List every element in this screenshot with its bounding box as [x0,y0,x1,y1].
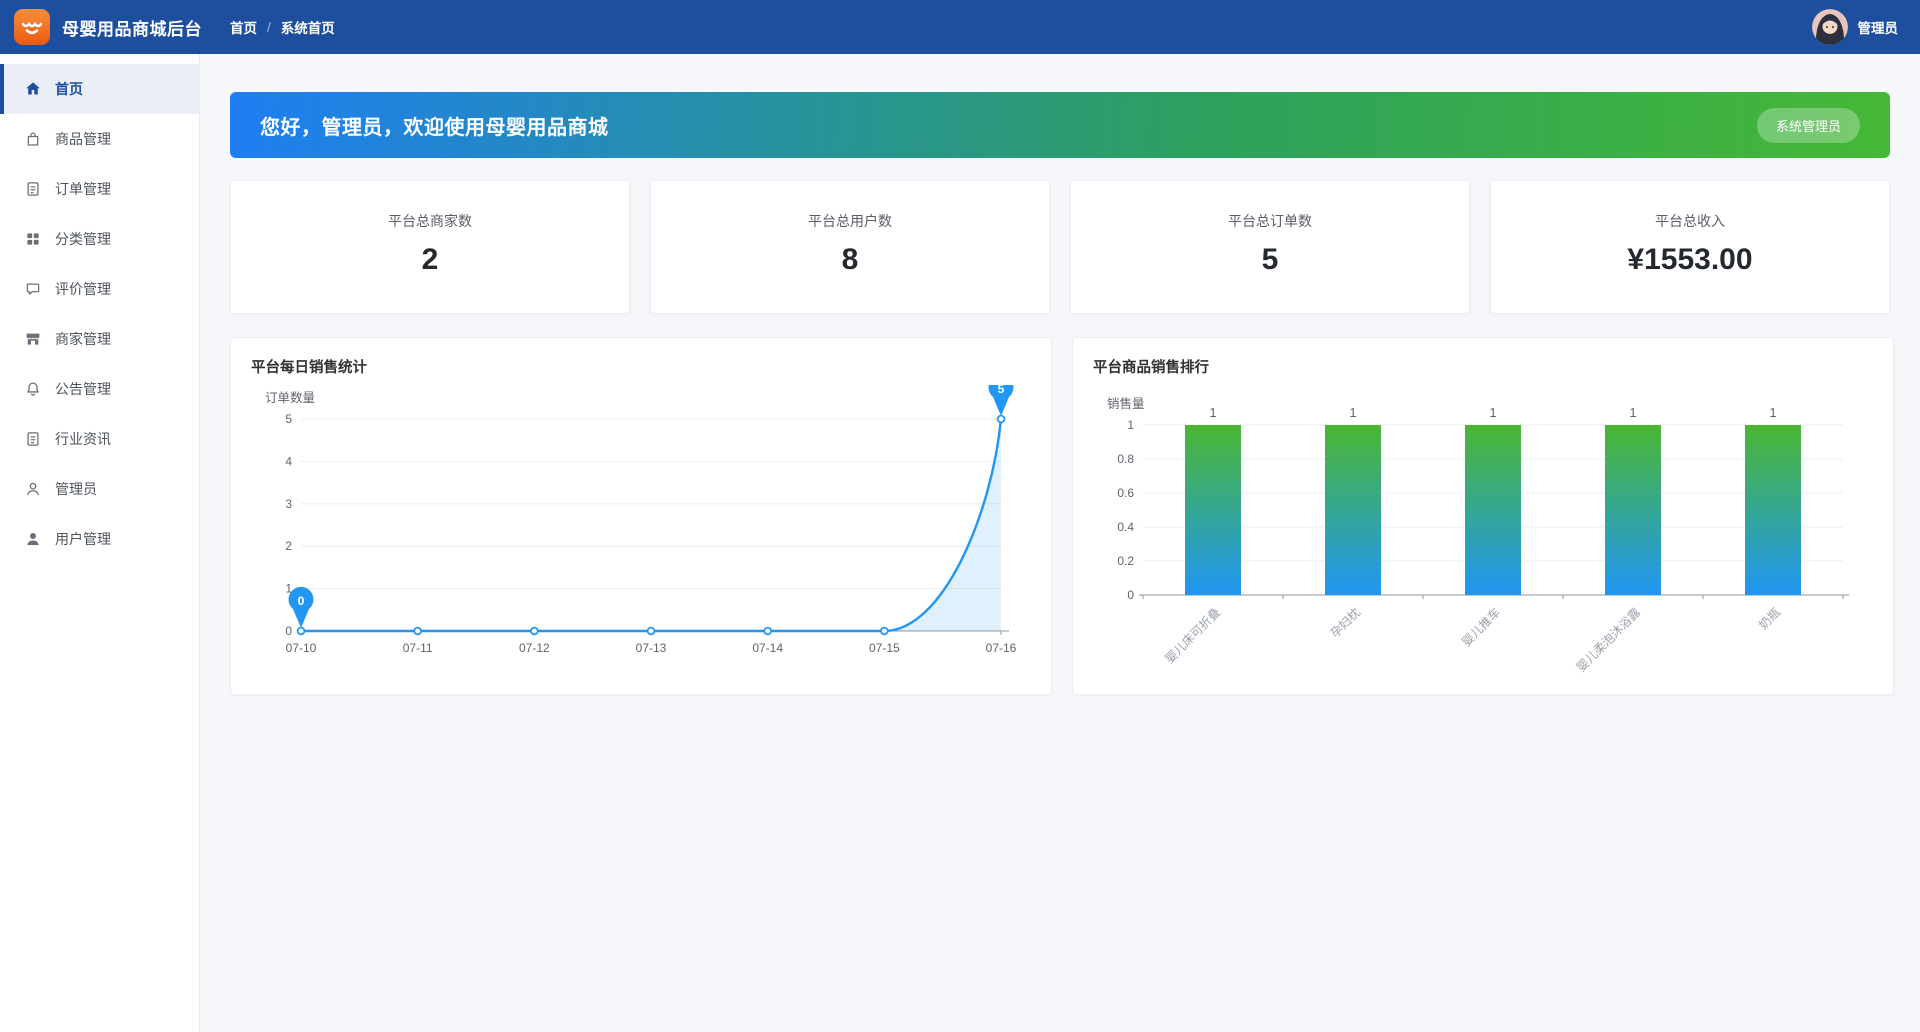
role-badge: 系统管理员 [1757,108,1860,143]
sidebar-item-products[interactable]: 商品管理 [0,114,199,164]
svg-text:0: 0 [285,624,292,638]
svg-text:婴儿推车: 婴儿推车 [1459,605,1504,650]
sidebar-item-users[interactable]: 用户管理 [0,514,199,564]
svg-text:1: 1 [1769,405,1776,420]
svg-text:0.8: 0.8 [1117,452,1134,466]
stat-label: 平台总收入 [1491,211,1889,231]
breadcrumb: 首页 / 系统首页 [230,17,335,37]
svg-text:07-11: 07-11 [403,641,433,655]
sidebar-item-label: 商家管理 [55,329,111,349]
app-logo-icon [14,9,50,45]
stat-value: 5 [1071,243,1469,277]
stat-card-orders: 平台总订单数 5 [1070,180,1470,314]
svg-text:1: 1 [1489,405,1496,420]
comment-icon [24,280,42,298]
product-rank-card: 平台商品销售排行 销售量 0 0.2 0.4 0.6 0.8 1 1 婴儿床可折叠 1 孕妇枕 1 婴儿… [1072,337,1894,695]
stat-card-users: 平台总用户数 8 [650,180,1050,314]
welcome-greeting: 您好，管理员，欢迎使用母婴用品商城 [260,111,609,140]
product-rank-title: 平台商品销售排行 [1093,356,1873,377]
main-content: 您好，管理员，欢迎使用母婴用品商城 系统管理员 平台总商家数 2 平台总用户数 … [200,54,1920,1032]
charts-row: 平台每日销售统计 订单数量 0 1 2 3 4 5 07-10 07-11 07-12 07-13 0… [230,337,1890,695]
sidebar-item-label: 分类管理 [55,229,111,249]
daily-sales-title: 平台每日销售统计 [251,356,1031,377]
sidebar-item-categories[interactable]: 分类管理 [0,214,199,264]
stat-card-revenue: 平台总收入 ¥1553.00 [1490,180,1890,314]
bell-icon [24,380,42,398]
sidebar-nav: 首页商品管理订单管理分类管理评价管理商家管理公告管理行业资讯管理员用户管理 [0,64,199,564]
breadcrumb-home[interactable]: 首页 [230,17,257,37]
shop-icon [24,330,42,348]
svg-text:婴儿床可折叠: 婴儿床可折叠 [1162,605,1224,667]
svg-text:07-10: 07-10 [286,641,317,655]
stat-label: 平台总用户数 [651,211,1049,231]
stat-label: 平台总订单数 [1071,211,1469,231]
svg-text:0.4: 0.4 [1117,520,1134,534]
news-icon [24,430,42,448]
category-icon [24,230,42,248]
daily-sales-card: 平台每日销售统计 订单数量01234507-1007-1107-1207-130… [230,337,1052,695]
sidebar-item-news[interactable]: 行业资讯 [0,414,199,464]
svg-text:1: 1 [1127,418,1134,432]
sidebar-item-label: 公告管理 [55,379,111,399]
svg-text:1: 1 [1349,405,1356,420]
admin-icon [24,480,42,498]
svg-text:订单数量: 订单数量 [265,390,315,405]
svg-text:0: 0 [1127,588,1134,602]
welcome-banner: 您好，管理员，欢迎使用母婴用品商城 系统管理员 [230,92,1890,158]
svg-text:0: 0 [298,594,305,608]
stat-value: 8 [651,243,1049,277]
avatar[interactable] [1812,9,1848,45]
svg-text:07-15: 07-15 [869,641,900,655]
home-icon [24,80,42,98]
svg-text:0.2: 0.2 [1117,554,1134,568]
username: 管理员 [1858,17,1899,37]
svg-text:5: 5 [998,385,1005,396]
stat-card-merchants: 平台总商家数 2 [230,180,630,314]
order-icon [24,180,42,198]
svg-text:1: 1 [1209,405,1216,420]
sidebar-item-label: 评价管理 [55,279,111,299]
stat-label: 平台总商家数 [231,211,629,231]
sidebar-item-label: 管理员 [55,479,97,499]
svg-text:5: 5 [285,412,292,426]
sidebar-item-label: 行业资讯 [55,429,111,449]
svg-text:孕妇枕: 孕妇枕 [1327,605,1363,641]
svg-text:销售量: 销售量 [1107,396,1145,411]
user-menu[interactable]: 管理员 [1812,9,1899,45]
breadcrumb-current: 系统首页 [281,17,335,37]
stat-value: ¥1553.00 [1491,243,1889,277]
breadcrumb-separator: / [267,20,271,35]
svg-text:3: 3 [285,497,292,511]
users-icon [24,530,42,548]
product-rank-bar-chart: 销售量 0 0.2 0.4 0.6 0.8 1 1 婴儿床可折叠 1 孕妇枕 1 婴儿推车 1 婴儿柔泡沐浴… [1093,385,1873,685]
svg-text:07-12: 07-12 [519,641,550,655]
sidebar: 首页商品管理订单管理分类管理评价管理商家管理公告管理行业资讯管理员用户管理 [0,54,200,1032]
svg-text:1: 1 [1629,405,1636,420]
stats-row: 平台总商家数 2 平台总用户数 8 平台总订单数 5 平台总收入 ¥1553.0… [230,180,1890,314]
bag-icon [24,130,42,148]
sidebar-item-label: 订单管理 [55,179,111,199]
topbar: 母婴用品商城后台 首页 / 系统首页 管理员 [0,0,1920,54]
svg-text:07-13: 07-13 [636,641,667,655]
svg-text:07-16: 07-16 [986,641,1017,655]
svg-text:婴儿柔泡沐浴露: 婴儿柔泡沐浴露 [1574,605,1643,674]
sidebar-item-home[interactable]: 首页 [0,64,199,114]
app-title: 母婴用品商城后台 [62,15,202,40]
sidebar-item-label: 用户管理 [55,529,111,549]
stat-value: 2 [231,243,629,277]
sidebar-item-reviews[interactable]: 评价管理 [0,264,199,314]
svg-text:07-14: 07-14 [752,641,783,655]
svg-text:奶瓶: 奶瓶 [1756,605,1783,632]
sidebar-item-admins[interactable]: 管理员 [0,464,199,514]
sidebar-item-label: 首页 [55,79,83,99]
sidebar-item-orders[interactable]: 订单管理 [0,164,199,214]
sidebar-item-announcements[interactable]: 公告管理 [0,364,199,414]
daily-sales-line-chart: 订单数量01234507-1007-1107-1207-1307-1407-15… [251,385,1031,685]
svg-text:4: 4 [285,454,292,468]
sidebar-item-merchants[interactable]: 商家管理 [0,314,199,364]
svg-text:2: 2 [285,539,292,553]
svg-text:0.6: 0.6 [1117,486,1134,500]
sidebar-item-label: 商品管理 [55,129,111,149]
